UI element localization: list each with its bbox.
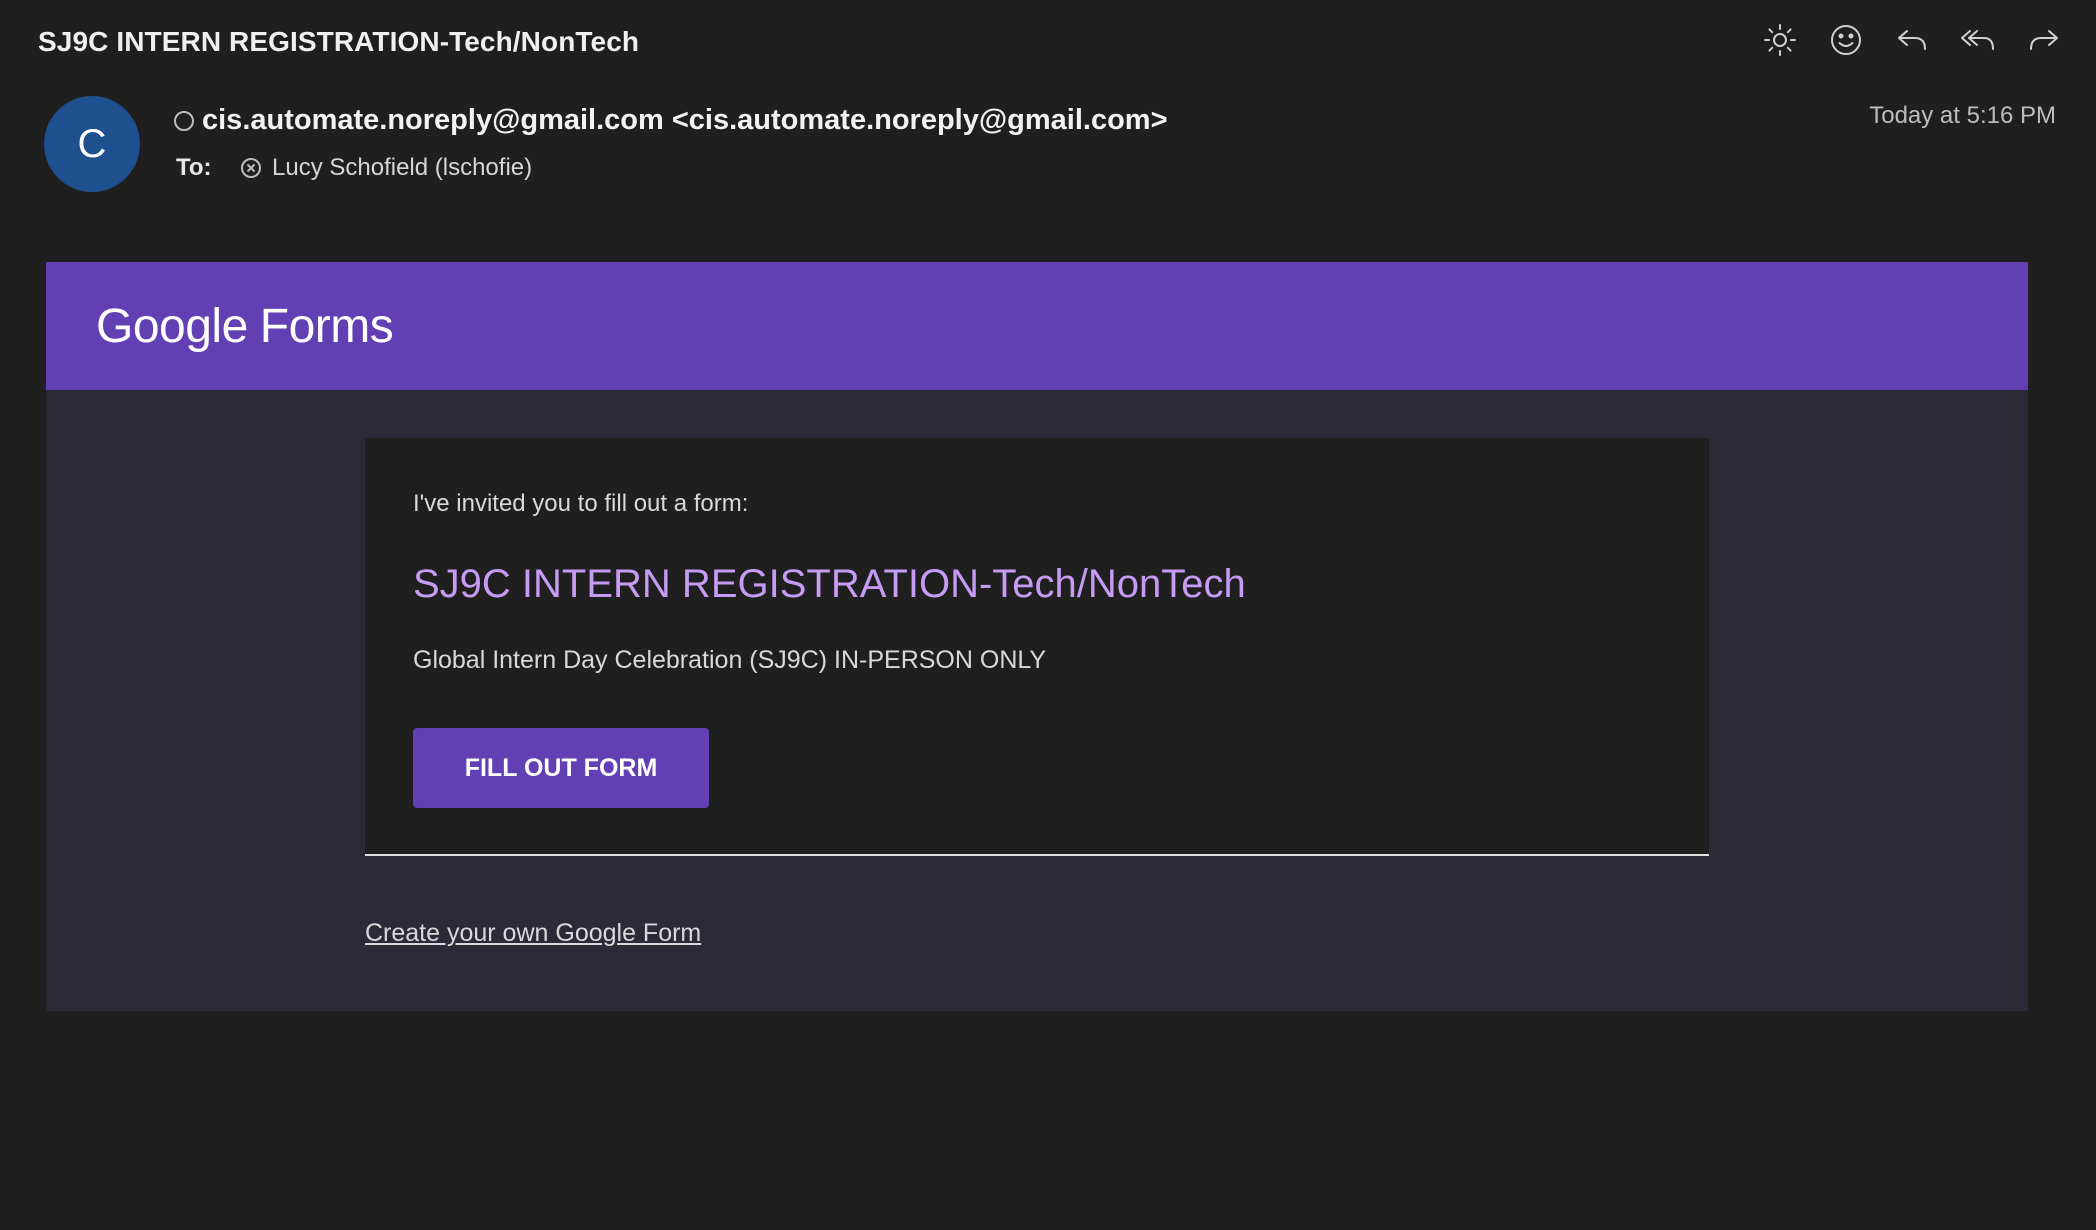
sender-avatar: C: [44, 96, 140, 192]
recipient-row: To: Lucy Schofield (lschofie): [176, 154, 532, 182]
sender-row: cis.automate.noreply@gmail.com <cis.auto…: [174, 104, 1168, 137]
forms-wordmark: Forms: [259, 299, 394, 353]
message-date: Today at 5:16 PM: [1869, 102, 2056, 129]
unread-status-icon[interactable]: [174, 110, 194, 131]
reply-icon[interactable]: [1894, 22, 1930, 58]
forward-icon[interactable]: [2026, 22, 2062, 58]
recipient-remove-icon[interactable]: [240, 157, 262, 179]
sender-address[interactable]: cis.automate.noreply@gmail.com <cis.auto…: [202, 104, 1168, 137]
fill-out-form-button[interactable]: FILL OUT FORM: [413, 728, 709, 808]
google-wordmark: Google: [96, 299, 248, 353]
email-body: Google Forms I've invited you to fill ou…: [46, 262, 2028, 1011]
to-label: To:: [176, 154, 212, 181]
google-forms-banner: Google Forms: [46, 262, 2028, 390]
reply-all-icon[interactable]: [1960, 22, 1996, 58]
google-forms-logo: Google Forms: [96, 299, 394, 354]
form-description: Global Intern Day Celebration (SJ9C) IN-…: [413, 646, 1047, 674]
message-toolbar: [1762, 22, 2062, 58]
create-form-link[interactable]: Create your own Google Form: [365, 919, 701, 948]
mail-window: SJ9C INTERN REGISTRATION-Tech/NonTech C …: [0, 0, 2096, 1230]
invite-card: I've invited you to fill out a form: SJ9…: [365, 438, 1709, 856]
emoji-icon[interactable]: [1828, 22, 1864, 58]
brightness-icon[interactable]: [1762, 22, 1798, 58]
invite-intro-text: I've invited you to fill out a form:: [413, 490, 749, 517]
email-subject: SJ9C INTERN REGISTRATION-Tech/NonTech: [38, 26, 640, 57]
form-title: SJ9C INTERN REGISTRATION-Tech/NonTech: [413, 562, 1246, 606]
recipient-name[interactable]: Lucy Schofield (lschofie): [272, 154, 532, 182]
